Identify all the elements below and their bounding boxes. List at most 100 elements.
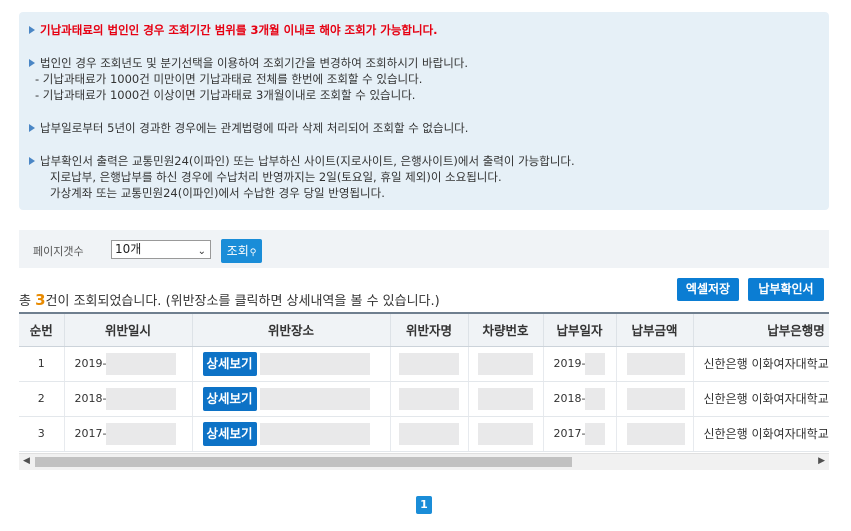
table-row: 2 2018- 상세보기 2018- 신한은행 이화여자대학교 bbox=[19, 381, 829, 417]
payment-receipt-button[interactable]: 납부확인서 bbox=[748, 278, 824, 301]
notice-line-warning: 기납과태료의 법인인 경우 조회기간 범위를 3개월 이내로 해야 조회가 가능… bbox=[29, 22, 438, 38]
header-vehicle-number: 차량번호 bbox=[468, 314, 544, 347]
search-icon: ⚲ bbox=[249, 248, 257, 258]
excel-save-button[interactable]: 엑셀저장 bbox=[677, 278, 739, 301]
row-no: 1 bbox=[19, 346, 65, 382]
bullet-arrow-icon bbox=[29, 124, 35, 132]
chevron-down-icon: ⌄ bbox=[197, 246, 206, 257]
notice-text: 기납과태료의 법인인 경우 조회기간 범위를 3개월 이내로 해야 조회가 가능… bbox=[40, 23, 438, 37]
notice-subline: - 기납과태료가 1000건 이상이면 기납과태료 3개월이내로 조회할 수 있… bbox=[35, 88, 416, 102]
masked-value bbox=[399, 422, 459, 445]
masked-value bbox=[106, 422, 177, 445]
notice-text: 납부확인서 출력은 교통민원24(이파인) 또는 납부하신 사이트(지로사이트,… bbox=[40, 154, 575, 168]
table-header-row: 순번 위반일시 위반장소 위반자명 차량번호 납부일자 납부금액 납부은행명 bbox=[19, 314, 829, 347]
scroll-left-icon[interactable]: ◀ bbox=[23, 456, 30, 466]
horizontal-scrollbar[interactable]: ◀ ▶ bbox=[19, 453, 829, 470]
result-suffix: 건이 조회되었습니다. (위반장소를 클릭하면 상세내역을 볼 수 있습니다.) bbox=[45, 294, 440, 309]
row-violation-place: 상세보기 bbox=[192, 416, 391, 452]
date-text: 2019- bbox=[553, 356, 586, 370]
bullet-arrow-icon bbox=[29, 157, 35, 165]
date-text: 2018- bbox=[74, 391, 107, 405]
header-violation-date: 위반일시 bbox=[64, 314, 193, 347]
scroll-right-icon[interactable]: ▶ bbox=[818, 456, 825, 466]
masked-value bbox=[478, 422, 533, 445]
row-violation-date: 2017- bbox=[64, 416, 193, 452]
row-payment-bank: 신한은행 이화여자대학교 bbox=[693, 346, 829, 382]
masked-value bbox=[399, 352, 459, 375]
notice-text: 법인인 경우 조회년도 및 분기선택을 이용하여 조회기간을 변경하여 조회하시… bbox=[40, 56, 469, 70]
notice-subline: 가상계좌 또는 교통민원24(이파인)에서 수납한 경우 당일 반영됩니다. bbox=[50, 186, 385, 200]
row-payment-amount bbox=[616, 346, 694, 382]
notice-text: 납부일로부터 5년이 경과한 경우에는 관계법령에 따라 삭제 처리되어 조회할… bbox=[40, 121, 469, 135]
result-summary: 총 3건이 조회되었습니다. (위반장소를 클릭하면 상세내역을 볼 수 있습니… bbox=[19, 290, 440, 309]
header-payment-amount: 납부금액 bbox=[616, 314, 694, 347]
row-no: 2 bbox=[19, 381, 65, 417]
search-button-label: 조회 bbox=[226, 244, 249, 258]
page-count-select[interactable]: 10개 ⌄ bbox=[111, 240, 211, 259]
result-count: 3 bbox=[35, 291, 46, 309]
notice-line: 법인인 경우 조회년도 및 분기선택을 이용하여 조회기간을 변경하여 조회하시… bbox=[29, 55, 468, 71]
row-payment-bank: 신한은행 이화여자대학교 bbox=[693, 416, 829, 452]
date-text: 2019- bbox=[74, 356, 107, 370]
bullet-arrow-icon bbox=[29, 26, 35, 34]
bullet-arrow-icon bbox=[29, 59, 35, 67]
header-payment-date: 납부일자 bbox=[543, 314, 617, 347]
row-violation-place: 상세보기 bbox=[192, 381, 391, 417]
notice-subline: - 기납과태료가 1000건 미만이면 기납과태료 전체를 한번에 조회할 수 … bbox=[35, 72, 423, 86]
header-no: 순번 bbox=[19, 314, 65, 347]
header-violator-name: 위반자명 bbox=[390, 314, 469, 347]
row-vehicle-number bbox=[468, 381, 544, 417]
row-payment-amount bbox=[616, 416, 694, 452]
masked-value bbox=[626, 422, 685, 445]
masked-value bbox=[260, 422, 371, 445]
payment-table: 순번 위반일시 위반장소 위반자명 차량번호 납부일자 납부금액 납부은행명 1… bbox=[19, 312, 829, 452]
row-violation-date: 2019- bbox=[64, 346, 193, 382]
result-prefix: 총 bbox=[19, 294, 36, 309]
header-violation-place: 위반장소 bbox=[192, 314, 391, 347]
masked-value bbox=[585, 387, 606, 410]
notice-line: 납부일로부터 5년이 경과한 경우에는 관계법령에 따라 삭제 처리되어 조회할… bbox=[29, 120, 468, 136]
detail-view-button[interactable]: 상세보기 bbox=[202, 421, 257, 446]
date-text: 2017- bbox=[553, 426, 586, 440]
page-count-label: 페이지갯수 bbox=[33, 245, 84, 258]
table-row: 3 2017- 상세보기 2017- 신한은행 이화여자대학교 bbox=[19, 416, 829, 452]
row-violator-name bbox=[390, 416, 469, 452]
row-payment-date: 2019- bbox=[543, 346, 617, 382]
search-bar: 페이지갯수 10개 ⌄ 조회⚲ bbox=[19, 230, 829, 268]
masked-value bbox=[585, 422, 606, 445]
date-text: 2017- bbox=[74, 426, 107, 440]
page-number-current[interactable]: 1 bbox=[416, 496, 432, 514]
masked-value bbox=[106, 352, 177, 375]
row-vehicle-number bbox=[468, 416, 544, 452]
row-payment-date: 2017- bbox=[543, 416, 617, 452]
row-violator-name bbox=[390, 381, 469, 417]
table-row: 1 2019- 상세보기 2019- 신한은행 이화여자대학교 bbox=[19, 346, 829, 382]
row-payment-bank: 신한은행 이화여자대학교 bbox=[693, 381, 829, 417]
masked-value bbox=[478, 352, 533, 375]
masked-value bbox=[260, 387, 371, 410]
masked-value bbox=[106, 387, 177, 410]
row-violation-date: 2018- bbox=[64, 381, 193, 417]
row-violator-name bbox=[390, 346, 469, 382]
notice-subline: 지로납부, 은행납부를 하신 경우에 수납처리 반영까지는 2일(토요일, 휴일… bbox=[50, 170, 502, 184]
detail-view-button[interactable]: 상세보기 bbox=[202, 351, 257, 376]
search-button[interactable]: 조회⚲ bbox=[221, 239, 262, 263]
masked-value bbox=[260, 352, 371, 375]
row-payment-amount bbox=[616, 381, 694, 417]
masked-value bbox=[626, 387, 685, 410]
notice-box: 기납과태료의 법인인 경우 조회기간 범위를 3개월 이내로 해야 조회가 가능… bbox=[19, 12, 829, 210]
detail-view-button[interactable]: 상세보기 bbox=[202, 386, 257, 411]
row-no: 3 bbox=[19, 416, 65, 452]
page-count-value: 10개 bbox=[115, 242, 142, 256]
masked-value bbox=[626, 352, 685, 375]
header-payment-bank: 납부은행명 bbox=[693, 314, 829, 347]
date-text: 2018- bbox=[553, 391, 586, 405]
masked-value bbox=[478, 387, 533, 410]
row-payment-date: 2018- bbox=[543, 381, 617, 417]
row-violation-place: 상세보기 bbox=[192, 346, 391, 382]
masked-value bbox=[399, 387, 459, 410]
row-vehicle-number bbox=[468, 346, 544, 382]
notice-line: 납부확인서 출력은 교통민원24(이파인) 또는 납부하신 사이트(지로사이트,… bbox=[29, 153, 575, 169]
masked-value bbox=[585, 352, 606, 375]
scroll-thumb[interactable] bbox=[35, 457, 572, 467]
